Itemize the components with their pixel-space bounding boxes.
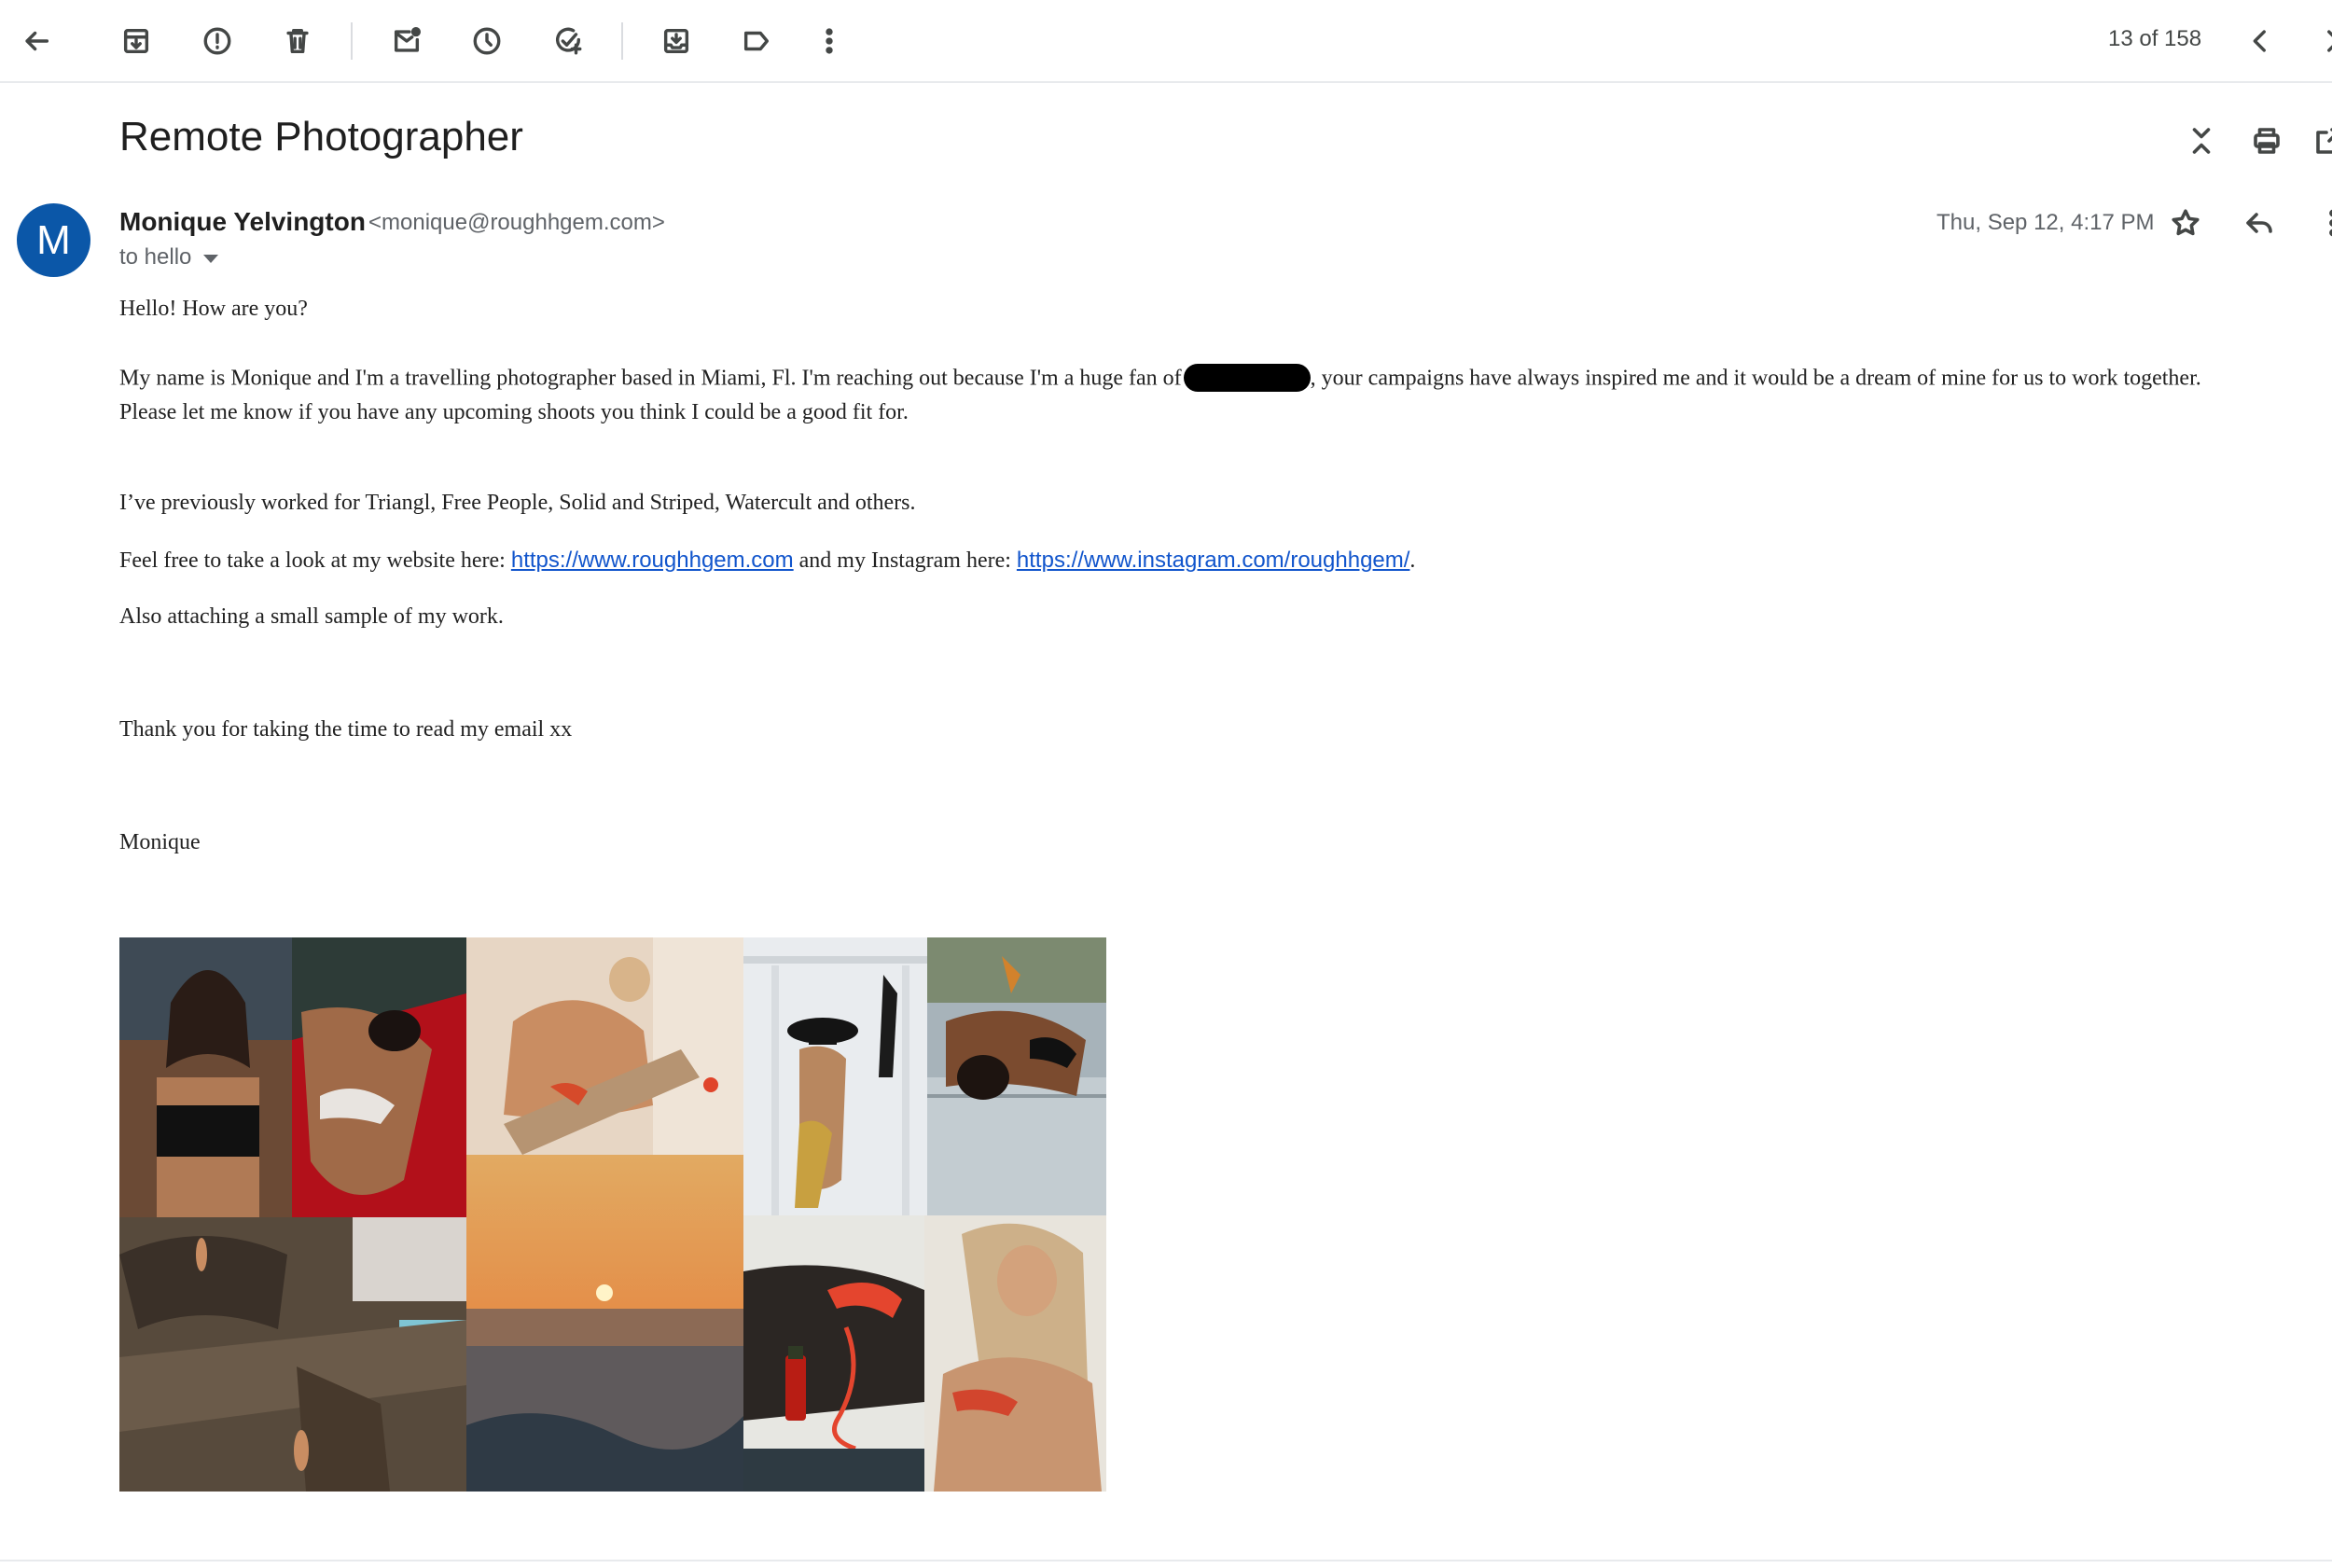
sender-name[interactable]: Monique Yelvington — [119, 207, 366, 237]
sender-email: <monique@roughhgem.com> — [368, 210, 665, 235]
collapse-all-icon[interactable] — [2176, 116, 2227, 166]
print-icon[interactable] — [2242, 116, 2292, 166]
photo-collage-image[interactable] — [119, 937, 1106, 1492]
email-subject: Remote Photographer — [119, 114, 523, 160]
pager-count: 13 of 158 — [2108, 26, 2202, 51]
email-greeting: Hello! How are you? — [119, 297, 308, 321]
recipient-details-caret-icon[interactable] — [203, 255, 218, 263]
collage-photo — [924, 1215, 1106, 1492]
more-vert-icon[interactable] — [804, 16, 854, 66]
next-email-icon[interactable] — [2308, 16, 2332, 66]
reply-icon[interactable] — [2234, 198, 2284, 248]
previous-email-icon[interactable] — [2235, 16, 2285, 66]
links-text-middle: and my Instagram here: — [793, 548, 1017, 573]
email-date: Thu, Sep 12, 4:17 PM — [1936, 210, 2155, 235]
toolbar-divider — [351, 22, 353, 60]
add-task-icon[interactable] — [543, 16, 593, 66]
delete-icon[interactable] — [272, 16, 323, 66]
message-divider — [0, 1560, 2332, 1561]
avatar[interactable]: M — [17, 203, 90, 277]
archive-icon[interactable] — [111, 16, 161, 66]
email-paragraph-attachment-note: Also attaching a small sample of my work… — [119, 604, 504, 629]
email-paragraph-clients: I’ve previously worked for Triangl, Free… — [119, 491, 916, 515]
email-paragraph-intro-line2: Please let me know if you have any upcom… — [119, 400, 909, 424]
collage-photo — [292, 937, 466, 1217]
redacted-brand-name — [1183, 364, 1311, 392]
toolbar: 13 of 158 — [0, 0, 2332, 83]
collage-photo — [743, 937, 927, 1215]
links-text-before: Feel free to take a look at my website h… — [119, 548, 511, 573]
intro-text-before: My name is Monique and I'm a travelling … — [119, 366, 1182, 391]
collage-photo — [466, 937, 743, 1155]
message-more-icon[interactable] — [2308, 198, 2332, 248]
mark-unread-icon[interactable] — [382, 16, 432, 66]
toolbar-divider — [621, 22, 623, 60]
collage-photo — [743, 1215, 924, 1492]
collage-photo — [119, 1217, 466, 1492]
recipient-line: to hello — [119, 244, 192, 270]
open-new-window-icon[interactable] — [2304, 116, 2332, 166]
label-icon[interactable] — [731, 16, 782, 66]
back-arrow-icon[interactable] — [11, 16, 62, 66]
collage-photo — [466, 1155, 743, 1492]
links-text-after: . — [1409, 548, 1416, 573]
website-link[interactable]: https://www.roughhgem.com — [511, 548, 794, 573]
email-paragraph-thanks: Thank you for taking the time to read my… — [119, 717, 573, 742]
snooze-icon[interactable] — [462, 16, 512, 66]
email-paragraph-links: Feel free to take a look at my website h… — [119, 548, 1415, 574]
move-to-icon[interactable] — [651, 16, 701, 66]
instagram-link[interactable]: https://www.instagram.com/roughhgem/ — [1017, 548, 1410, 573]
email-paragraph-intro: My name is Monique and I'm a travelling … — [119, 364, 2201, 394]
intro-text-after: , your campaigns have always inspired me… — [1310, 366, 2201, 391]
report-spam-icon[interactable] — [192, 16, 243, 66]
collage-photo — [119, 937, 292, 1217]
collage-photo — [927, 937, 1106, 1215]
email-signature: Monique — [119, 830, 201, 854]
star-icon[interactable] — [2160, 198, 2211, 248]
